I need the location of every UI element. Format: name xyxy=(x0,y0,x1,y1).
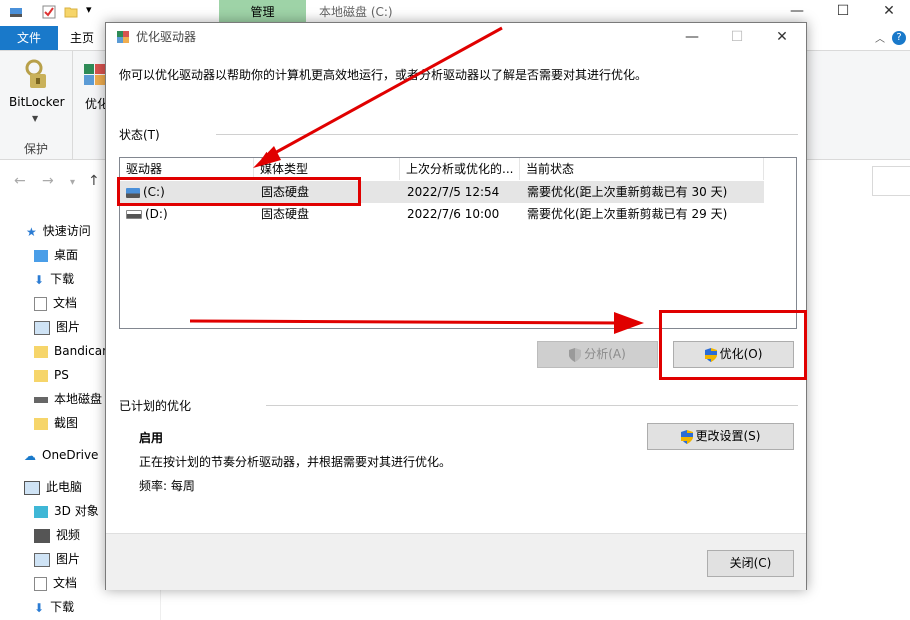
forward-arrow-icon[interactable]: → xyxy=(42,173,54,189)
document-icon xyxy=(34,576,47,591)
nav-item-videos[interactable]: 视频 xyxy=(34,523,80,547)
annotation-highlight-box xyxy=(117,177,361,206)
star-icon: ★ xyxy=(26,224,37,239)
nav-item-this-pc[interactable]: 此电脑 xyxy=(24,475,82,499)
scheduled-divider xyxy=(266,405,798,406)
customize-quick-access-icon[interactable]: ▾ xyxy=(86,3,92,16)
folder-icon xyxy=(34,369,48,382)
nav-item-downloads-pc[interactable]: ⬇ 下载 xyxy=(34,595,74,619)
intro-text: 你可以优化驱动器以帮助你的计算机更高效地运行，或者分析驱动器以了解是否需要对其进… xyxy=(119,68,648,82)
nav-item-onedrive[interactable]: ☁ OneDrive xyxy=(24,443,98,467)
dialog-maximize-icon: ☐ xyxy=(730,29,744,45)
video-icon xyxy=(34,528,50,543)
protect-group-label: 保护 xyxy=(24,142,49,156)
nav-item-screenshots[interactable]: 截图 xyxy=(34,411,78,435)
up-arrow-icon[interactable]: ↑ xyxy=(88,173,100,189)
status-label: 状态(T) xyxy=(119,128,160,142)
folder-icon xyxy=(34,417,48,430)
picture-icon xyxy=(34,320,50,335)
status-divider xyxy=(216,134,798,135)
last-run-cell: 2022/7/6 10:00 xyxy=(407,207,500,221)
scheduled-status: 启用 xyxy=(139,431,164,445)
bitlocker-key-icon[interactable] xyxy=(22,58,54,92)
status-cell: 需要优化(距上次重新剪裁已有 30 天) xyxy=(527,185,728,199)
minimize-icon[interactable]: — xyxy=(774,0,820,24)
column-header-last-run[interactable]: 上次分析或优化的... xyxy=(400,158,520,180)
document-icon xyxy=(34,296,47,311)
drive-icon xyxy=(126,210,142,219)
caret-down-icon[interactable]: ▼ xyxy=(32,114,38,123)
table-row[interactable]: (D:) 固态硬盘 2022/7/6 10:00 需要优化(距上次重新剪裁已有 … xyxy=(120,203,764,225)
computer-icon xyxy=(24,480,40,495)
picture-icon xyxy=(34,552,50,567)
close-icon[interactable]: ✕ xyxy=(866,0,910,24)
window-title: 本地磁盘 (C:) xyxy=(319,5,393,19)
checklist-icon[interactable] xyxy=(42,5,56,19)
close-button[interactable]: 关闭(C) xyxy=(707,550,794,577)
change-settings-button[interactable]: 更改设置(S) xyxy=(647,423,794,450)
bitlocker-label[interactable]: BitLocker xyxy=(9,95,65,109)
nav-item-3d-objects[interactable]: 3D 对象 xyxy=(34,499,99,523)
column-header-current-status[interactable]: 当前状态 xyxy=(520,158,764,180)
media-type-cell: 固态硬盘 xyxy=(261,207,310,221)
nav-item-bandicam[interactable]: Bandican xyxy=(34,339,110,363)
nav-item-downloads[interactable]: ⬇ 下载 xyxy=(34,267,74,291)
drive-icon xyxy=(34,396,48,403)
file-tab[interactable]: 文件 xyxy=(0,26,58,50)
desktop-icon xyxy=(34,249,48,262)
maximize-icon[interactable]: ☐ xyxy=(820,0,866,24)
nav-item-pictures-pc[interactable]: 图片 xyxy=(34,547,80,571)
uac-shield-icon xyxy=(680,429,693,444)
status-cell: 需要优化(距上次重新剪裁已有 29 天) xyxy=(527,207,728,221)
nav-item-ps[interactable]: PS xyxy=(34,363,69,387)
nav-item-documents[interactable]: 文档 xyxy=(34,291,77,315)
optimize-app-icon xyxy=(117,31,129,43)
download-icon: ⬇ xyxy=(34,272,45,287)
nav-item-quick-access[interactable]: ★ 快速访问 xyxy=(26,219,91,243)
cloud-icon: ☁ xyxy=(24,448,36,463)
dialog-title: 优化驱动器 xyxy=(136,30,197,44)
new-folder-icon[interactable] xyxy=(64,5,78,19)
nav-item-desktop[interactable]: 桌面 xyxy=(34,243,78,267)
recent-chevron-icon[interactable]: ▾ xyxy=(70,177,75,188)
last-run-cell: 2022/7/5 12:54 xyxy=(407,185,500,199)
dialog-minimize-icon[interactable]: — xyxy=(669,23,715,51)
help-icon[interactable]: ? xyxy=(892,31,906,45)
home-tab[interactable]: 主页 xyxy=(70,26,94,50)
search-box[interactable] xyxy=(872,166,910,196)
annotation-highlight-box xyxy=(659,310,807,380)
manage-tab[interactable]: 管理 xyxy=(219,0,306,24)
cube-icon xyxy=(34,505,48,518)
back-arrow-icon[interactable]: ← xyxy=(14,173,26,189)
dialog-footer xyxy=(106,533,806,590)
drive-cell: (D:) xyxy=(126,203,168,225)
uac-shield-icon xyxy=(569,347,582,362)
dialog-close-icon[interactable]: ✕ xyxy=(759,23,805,51)
chevron-up-icon[interactable]: ︿ xyxy=(875,30,885,45)
drive-properties-icon[interactable] xyxy=(9,5,23,19)
analyze-button: 分析(A) xyxy=(537,341,658,368)
download-icon: ⬇ xyxy=(34,600,45,615)
scheduled-frequency: 频率: 每周 xyxy=(139,479,195,493)
optimize-drives-dialog: 优化驱动器 — ☐ ✕ 你可以优化驱动器以帮助你的计算机更高效地运行，或者分析驱… xyxy=(105,22,807,590)
nav-item-documents-pc[interactable]: 文档 xyxy=(34,571,77,595)
scheduled-optimization-label: 已计划的优化 xyxy=(119,399,192,413)
nav-item-pictures[interactable]: 图片 xyxy=(34,315,80,339)
nav-item-local-disk[interactable]: 本地磁盘 xyxy=(34,387,102,411)
scheduled-description: 正在按计划的节奏分析驱动器，并根据需要对其进行优化。 xyxy=(139,455,452,469)
folder-icon xyxy=(34,345,48,358)
